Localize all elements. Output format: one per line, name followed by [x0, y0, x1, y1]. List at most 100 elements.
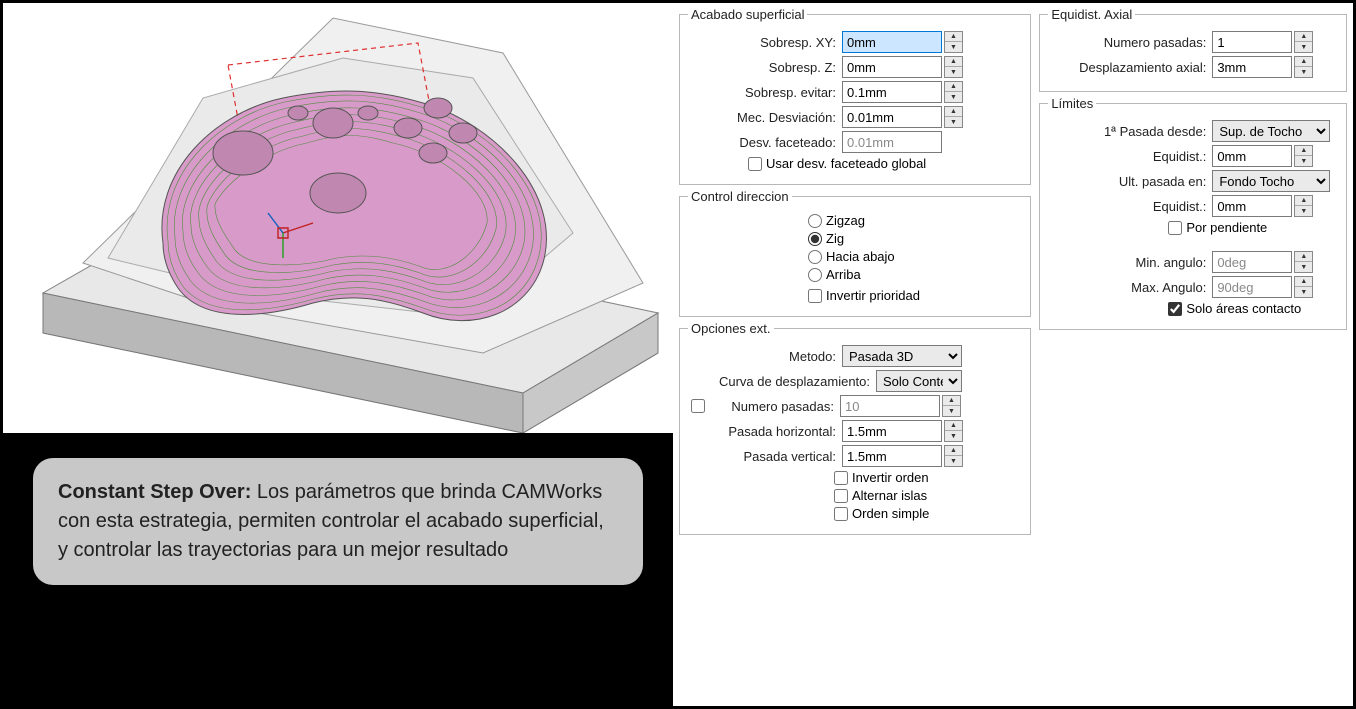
caption-title: Constant Step Over: — [58, 481, 251, 503]
spinner-sobresp-evitar[interactable]: ▲▼ — [944, 81, 963, 103]
input-max-ang — [1212, 276, 1292, 298]
select-metodo[interactable]: Pasada 3D — [842, 345, 962, 367]
parameters-pane: Acabado superficial Sobresp. XY: ▲▼ Sobr… — [673, 3, 1353, 706]
label-num-pasadas: Numero pasadas: — [712, 399, 840, 414]
spinner-max-ang: ▲▼ — [1294, 276, 1313, 298]
label-por-pendiente: Por pendiente — [1186, 220, 1267, 235]
input-sobresp-z[interactable] — [842, 56, 942, 78]
input-axial-desp[interactable] — [1212, 56, 1292, 78]
label-alternar-islas: Alternar islas — [852, 488, 927, 503]
chevron-down-icon[interactable]: ▼ — [1295, 206, 1312, 216]
spinner-sobresp-xy[interactable]: ▲▼ — [944, 31, 963, 53]
checkbox-usar-global[interactable] — [748, 157, 762, 171]
legend-limites: Límites — [1048, 96, 1096, 111]
label-usar-global: Usar desv. faceteado global — [766, 156, 926, 171]
input-sobresp-xy[interactable] — [842, 31, 942, 53]
radio-hacia-abajo[interactable] — [808, 250, 822, 264]
spinner-equidist2[interactable]: ▲▼ — [1294, 195, 1313, 217]
chevron-up-icon: ▲ — [1295, 277, 1312, 287]
checkbox-solo-areas[interactable] — [1168, 302, 1182, 316]
input-axial-num[interactable] — [1212, 31, 1292, 53]
label-invertir-orden: Invertir orden — [852, 470, 929, 485]
checkbox-por-pendiente[interactable] — [1168, 221, 1182, 235]
label-axial-num: Numero pasadas: — [1048, 35, 1212, 50]
label-min-ang: Min. angulo: — [1048, 255, 1212, 270]
radio-arriba[interactable] — [808, 268, 822, 282]
chevron-down-icon[interactable]: ▼ — [1295, 67, 1312, 77]
checkbox-alternar-islas[interactable] — [834, 489, 848, 503]
group-axial: Equidist. Axial Numero pasadas: ▲▼ Despl… — [1039, 7, 1347, 92]
chevron-down-icon[interactable]: ▼ — [1295, 42, 1312, 52]
checkbox-orden-simple[interactable] — [834, 507, 848, 521]
caption-box: Constant Step Over: Los parámetros que b… — [33, 458, 643, 585]
input-pasada-h[interactable] — [842, 420, 942, 442]
spinner-mec-desv[interactable]: ▲▼ — [944, 106, 963, 128]
spinner-pasada-v[interactable]: ▲▼ — [944, 445, 963, 467]
chevron-up-icon[interactable]: ▲ — [945, 57, 962, 67]
input-equidist1[interactable] — [1212, 145, 1292, 167]
spinner-pasada-h[interactable]: ▲▼ — [944, 420, 963, 442]
spinner-sobresp-z[interactable]: ▲▼ — [944, 56, 963, 78]
select-ult[interactable]: Fondo Tocho — [1212, 170, 1330, 192]
label-desv-fact: Desv. faceteado: — [688, 135, 842, 150]
legend-direccion: Control direccion — [688, 189, 792, 204]
legend-opciones: Opciones ext. — [688, 321, 774, 336]
label-primera: 1ª Pasada desde: — [1048, 124, 1212, 139]
chevron-up-icon[interactable]: ▲ — [945, 421, 962, 431]
chevron-down-icon[interactable]: ▼ — [945, 117, 962, 127]
spinner-equidist1[interactable]: ▲▼ — [1294, 145, 1313, 167]
chevron-up-icon[interactable]: ▲ — [945, 32, 962, 42]
label-zigzag: Zigzag — [826, 213, 865, 228]
label-arriba: Arriba — [826, 267, 861, 282]
spinner-min-ang: ▲▼ — [1294, 251, 1313, 273]
label-zig: Zig — [826, 231, 844, 246]
chevron-up-icon[interactable]: ▲ — [1295, 32, 1312, 42]
chevron-up-icon[interactable]: ▲ — [945, 107, 962, 117]
legend-acabado: Acabado superficial — [688, 7, 807, 22]
checkbox-num-pasadas[interactable] — [691, 399, 705, 413]
label-pasada-v: Pasada vertical: — [688, 449, 842, 464]
chevron-up-icon[interactable]: ▲ — [1295, 57, 1312, 67]
label-solo-areas: Solo áreas contacto — [1186, 301, 1301, 316]
select-primera[interactable]: Sup. de Tocho — [1212, 120, 1330, 142]
input-equidist2[interactable] — [1212, 195, 1292, 217]
left-pane: Constant Step Over: Los parámetros que b… — [3, 3, 673, 706]
input-min-ang — [1212, 251, 1292, 273]
chevron-down-icon[interactable]: ▼ — [945, 92, 962, 102]
group-limites: Límites 1ª Pasada desde: Sup. de Tocho E… — [1039, 96, 1347, 330]
chevron-down-icon[interactable]: ▼ — [945, 67, 962, 77]
label-hacia-abajo: Hacia abajo — [826, 249, 895, 264]
spinner-num-pasadas: ▲▼ — [942, 395, 961, 417]
chevron-up-icon[interactable]: ▲ — [1295, 146, 1312, 156]
cad-viewport[interactable] — [3, 3, 673, 433]
label-sobresp-evitar: Sobresp. evitar: — [688, 85, 842, 100]
label-orden-simple: Orden simple — [852, 506, 929, 521]
chevron-up-icon[interactable]: ▲ — [945, 82, 962, 92]
chevron-down-icon[interactable]: ▼ — [945, 431, 962, 441]
input-pasada-v[interactable] — [842, 445, 942, 467]
spinner-axial-desp[interactable]: ▲▼ — [1294, 56, 1313, 78]
input-sobresp-evitar[interactable] — [842, 81, 942, 103]
group-acabado: Acabado superficial Sobresp. XY: ▲▼ Sobr… — [679, 7, 1031, 185]
chevron-down-icon[interactable]: ▼ — [945, 456, 962, 466]
input-num-pasadas — [840, 395, 940, 417]
radio-zigzag[interactable] — [808, 214, 822, 228]
label-sobresp-xy: Sobresp. XY: — [688, 35, 842, 50]
radio-zig[interactable] — [808, 232, 822, 246]
label-pasada-h: Pasada horizontal: — [688, 424, 842, 439]
model-illustration — [3, 3, 673, 433]
chevron-up-icon[interactable]: ▲ — [1295, 196, 1312, 206]
checkbox-invertir-orden[interactable] — [834, 471, 848, 485]
chevron-down-icon: ▼ — [943, 406, 960, 416]
label-equidist1: Equidist.: — [1048, 149, 1212, 164]
chevron-up-icon[interactable]: ▲ — [945, 446, 962, 456]
label-invertir-prioridad: Invertir prioridad — [826, 288, 920, 303]
checkbox-invertir-prioridad[interactable] — [808, 289, 822, 303]
chevron-down-icon[interactable]: ▼ — [1295, 156, 1312, 166]
app-container: Constant Step Over: Los parámetros que b… — [0, 0, 1356, 709]
input-mec-desv[interactable] — [842, 106, 942, 128]
select-curva[interactable]: Solo Conte — [876, 370, 962, 392]
chevron-down-icon[interactable]: ▼ — [945, 42, 962, 52]
group-direccion: Control direccion Zigzag Zig Hacia abajo… — [679, 189, 1031, 317]
spinner-axial-num[interactable]: ▲▼ — [1294, 31, 1313, 53]
